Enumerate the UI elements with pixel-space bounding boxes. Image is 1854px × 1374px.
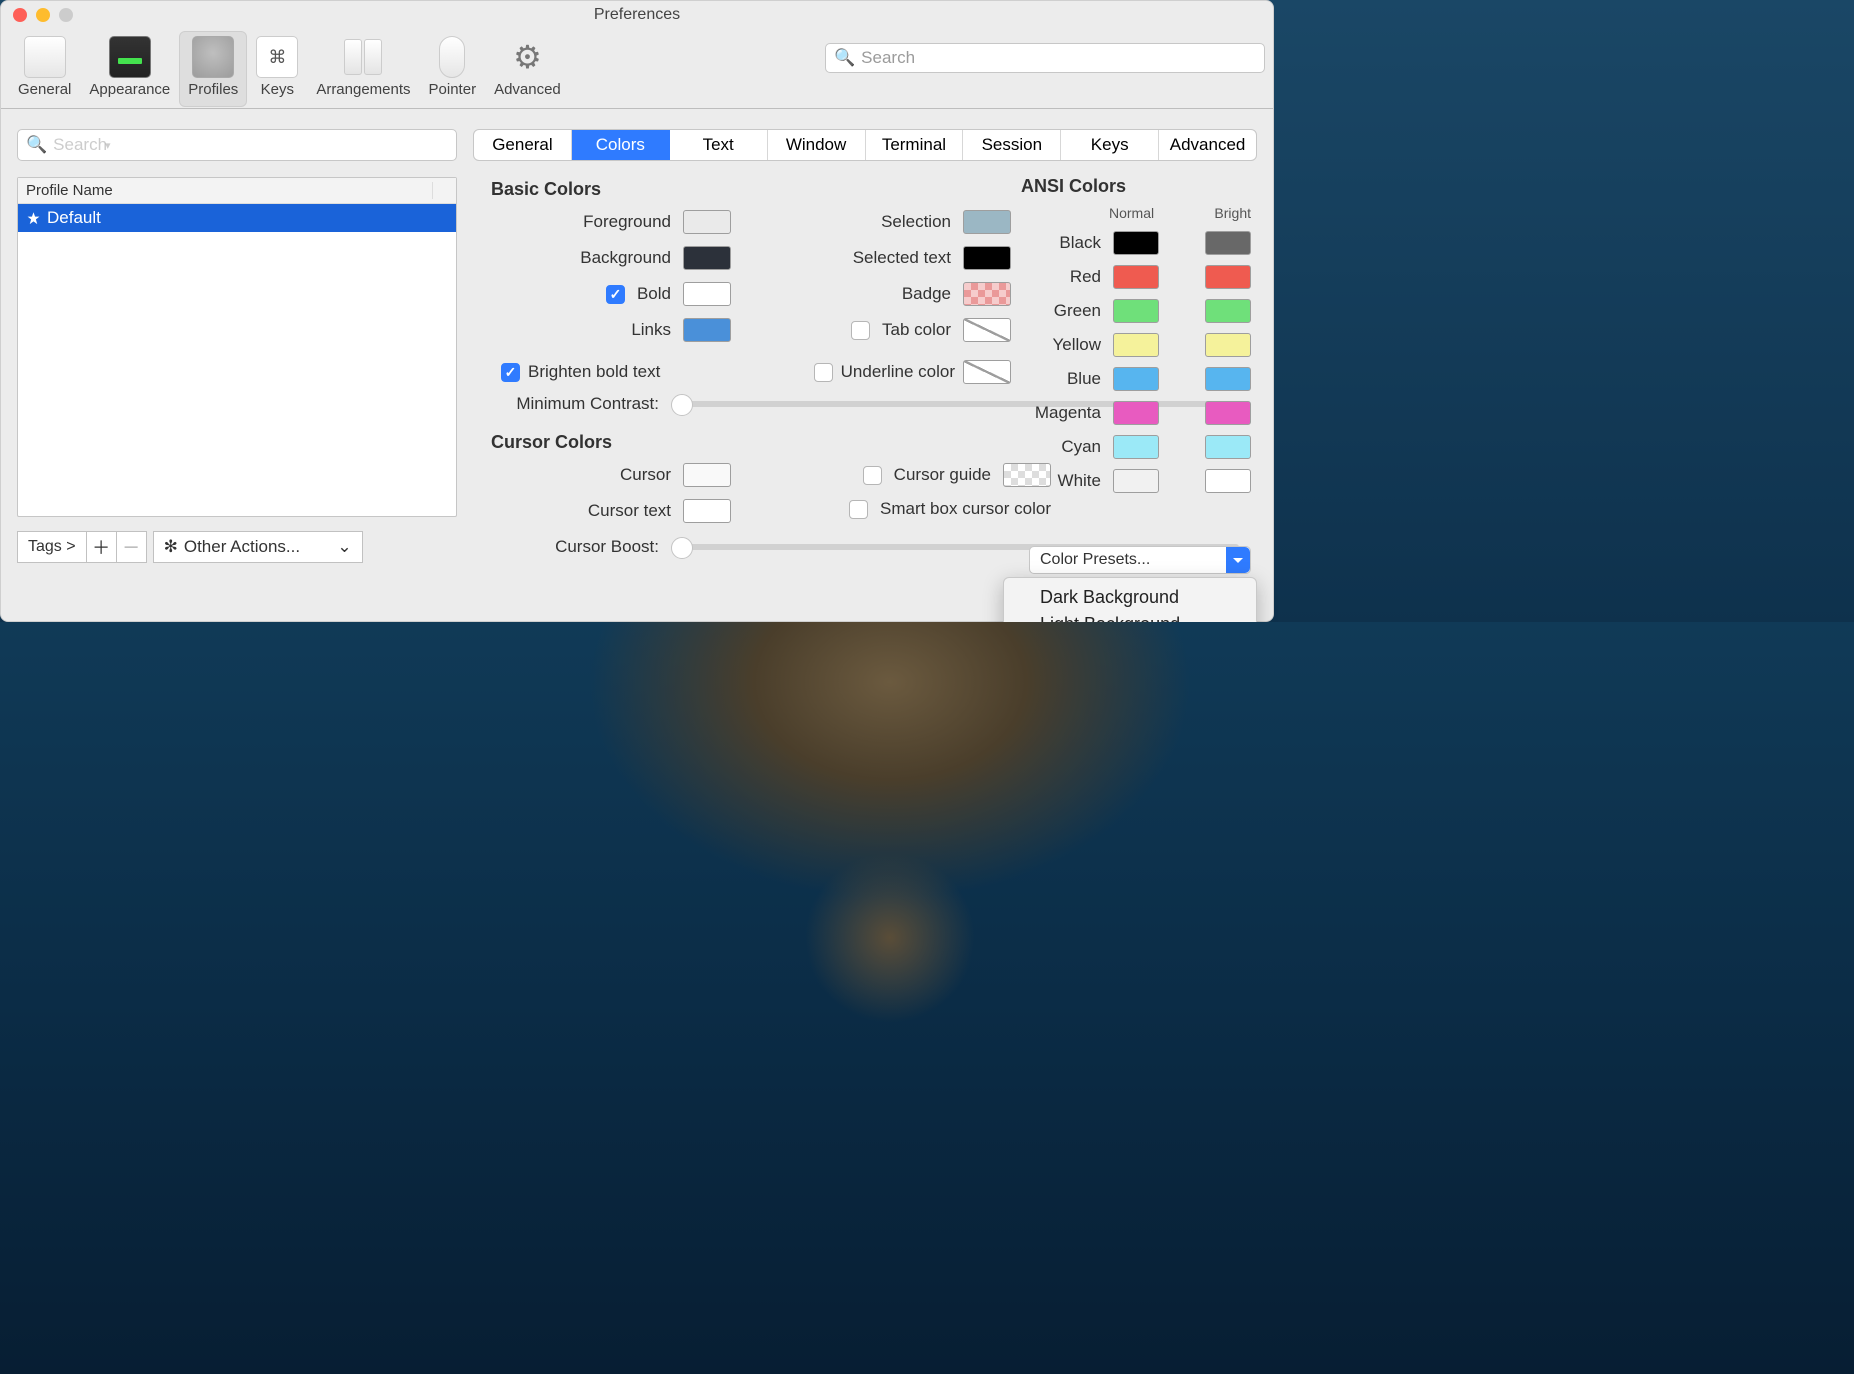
profile-search-input[interactable]: 🔍 Search ▾ <box>17 129 457 161</box>
tab-session[interactable]: Session <box>963 130 1061 160</box>
underline-color-checkbox[interactable] <box>814 363 833 382</box>
ansi-black-normal[interactable] <box>1113 231 1159 255</box>
ansi-yellow-normal[interactable] <box>1113 333 1159 357</box>
toolbar-appearance[interactable]: Appearance <box>80 31 179 107</box>
remove-profile-button[interactable]: － <box>117 531 147 563</box>
links-color-well[interactable] <box>683 318 731 342</box>
cursor-guide-checkbox[interactable] <box>863 466 882 485</box>
ansi-yellow-bright[interactable] <box>1205 333 1251 357</box>
ansi-black-bright[interactable] <box>1205 231 1251 255</box>
bold-checkbox[interactable] <box>606 285 625 304</box>
minimize-icon[interactable] <box>36 8 50 22</box>
profile-table-header[interactable]: Profile Name <box>18 178 456 204</box>
search-icon: 🔍 <box>26 135 47 155</box>
ansi-label: Blue <box>1021 369 1101 389</box>
toolbar-search-input[interactable]: 🔍 Search <box>825 43 1265 73</box>
foreground-color-well[interactable] <box>683 210 731 234</box>
pointer-icon <box>431 36 473 78</box>
appearance-icon <box>109 36 151 78</box>
tab-advanced[interactable]: Advanced <box>1159 130 1256 160</box>
tab-keys[interactable]: Keys <box>1061 130 1159 160</box>
selection-color-well[interactable] <box>963 210 1011 234</box>
main-toolbar: General Appearance Profiles ⌘ Keys Arran… <box>1 29 1273 109</box>
toolbar-general[interactable]: General <box>9 31 80 107</box>
ansi-blue-bright[interactable] <box>1205 367 1251 391</box>
smart-box-checkbox[interactable] <box>849 500 868 519</box>
add-profile-button[interactable]: ＋ <box>87 531 117 563</box>
ansi-label: Green <box>1021 301 1101 321</box>
desktop-wallpaper <box>0 622 1854 1374</box>
toolbar-keys[interactable]: ⌘ Keys <box>247 31 307 107</box>
profiles-icon <box>192 36 234 78</box>
tab-window[interactable]: Window <box>768 130 866 160</box>
tab-colors[interactable]: Colors <box>572 130 670 160</box>
ansi-green-normal[interactable] <box>1113 299 1159 323</box>
profile-sidebar: 🔍 Search ▾ Profile Name Default Tags > ＋… <box>17 129 457 609</box>
tab-terminal[interactable]: Terminal <box>866 130 964 160</box>
bold-color-well[interactable] <box>683 282 731 306</box>
cursor-color-well[interactable] <box>683 463 731 487</box>
keys-icon: ⌘ <box>256 36 298 78</box>
chevron-down-icon <box>1226 547 1250 573</box>
chevron-down-icon: ⌄ <box>337 537 351 557</box>
tab-general[interactable]: General <box>474 130 572 160</box>
ansi-colors-section: ANSI Colors Normal Bright Black Red Gree… <box>1021 176 1251 493</box>
ansi-magenta-bright[interactable] <box>1205 401 1251 425</box>
tags-button[interactable]: Tags > <box>17 531 87 563</box>
background-color-well[interactable] <box>683 246 731 270</box>
close-icon[interactable] <box>13 8 27 22</box>
ansi-green-bright[interactable] <box>1205 299 1251 323</box>
profile-subtabs: General Colors Text Window Terminal Sess… <box>473 129 1257 161</box>
ansi-red-bright[interactable] <box>1205 265 1251 289</box>
underline-color-well[interactable] <box>963 360 1011 384</box>
ansi-cyan-bright[interactable] <box>1205 435 1251 459</box>
ansi-label: Magenta <box>1021 403 1101 423</box>
ansi-label: Yellow <box>1021 335 1101 355</box>
tab-color-checkbox[interactable] <box>851 321 870 340</box>
search-icon: 🔍 <box>834 48 855 68</box>
toolbar-arrangements[interactable]: Arrangements <box>307 31 419 107</box>
zoom-icon[interactable] <box>59 8 73 22</box>
ansi-label: Black <box>1021 233 1101 253</box>
preset-item[interactable]: Dark Background <box>1004 584 1256 611</box>
window-controls <box>13 8 73 22</box>
arrangements-icon <box>342 36 384 78</box>
ansi-magenta-normal[interactable] <box>1113 401 1159 425</box>
ansi-red-normal[interactable] <box>1113 265 1159 289</box>
badge-color-well[interactable] <box>963 282 1011 306</box>
general-icon <box>24 36 66 78</box>
gear-icon: ✻ <box>164 537 178 557</box>
titlebar: Preferences <box>1 1 1273 29</box>
window-title: Preferences <box>594 6 680 23</box>
ansi-label: White <box>1021 471 1101 491</box>
brighten-bold-checkbox[interactable] <box>501 363 520 382</box>
ansi-cyan-normal[interactable] <box>1113 435 1159 459</box>
chevron-down-icon[interactable]: ▾ <box>105 139 111 152</box>
toolbar-advanced[interactable]: ⚙ Advanced <box>485 31 570 107</box>
cursor-text-color-well[interactable] <box>683 499 731 523</box>
preferences-window: Preferences General Appearance Profiles … <box>0 0 1274 622</box>
ansi-white-normal[interactable] <box>1113 469 1159 493</box>
other-actions-dropdown[interactable]: ✻ Other Actions... ⌄ <box>153 531 363 563</box>
profile-row-default[interactable]: Default <box>18 204 456 232</box>
ansi-blue-normal[interactable] <box>1113 367 1159 391</box>
selected-text-color-well[interactable] <box>963 246 1011 270</box>
star-icon <box>26 211 41 226</box>
ansi-label: Cyan <box>1021 437 1101 457</box>
tab-text[interactable]: Text <box>670 130 768 160</box>
ansi-label: Red <box>1021 267 1101 287</box>
profile-table: Profile Name Default <box>17 177 457 517</box>
color-presets-dropdown[interactable]: Color Presets... <box>1029 546 1251 574</box>
toolbar-pointer[interactable]: Pointer <box>420 31 486 107</box>
gear-icon: ⚙ <box>506 36 548 78</box>
ansi-white-bright[interactable] <box>1205 469 1251 493</box>
toolbar-profiles[interactable]: Profiles <box>179 31 247 107</box>
tab-color-well[interactable] <box>963 318 1011 342</box>
